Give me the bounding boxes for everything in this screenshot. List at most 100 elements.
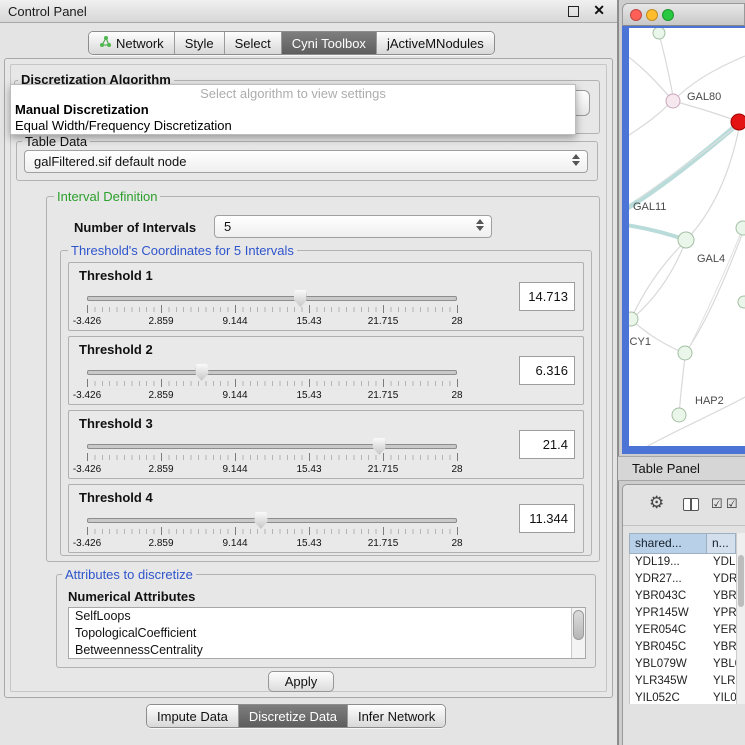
gear-icon[interactable]: ⚙ xyxy=(649,493,664,513)
slider-major-tick-icon xyxy=(161,453,162,461)
column-header-name[interactable]: n... xyxy=(707,533,736,554)
network-icon xyxy=(99,35,112,51)
tab-discretize-data[interactable]: Discretize Data xyxy=(239,705,348,727)
slider-tick-label: 2.859 xyxy=(148,316,173,327)
attributes-listbox[interactable]: SelfLoopsTopologicalCoefficientBetweenne… xyxy=(68,607,586,659)
algorithm-dropdown-popup: Select algorithm to view settings Manual… xyxy=(10,84,576,135)
apply-button[interactable]: Apply xyxy=(268,671,334,692)
network-edge xyxy=(633,240,686,318)
slider-major-tick-icon xyxy=(235,305,236,313)
scrollbar-thumb[interactable] xyxy=(738,555,744,607)
dropdown-option[interactable]: Equal Width/Frequency Discretization xyxy=(11,118,575,134)
threshold-value-field[interactable]: 6.316 xyxy=(519,356,575,385)
tab-label: jActiveMNodules xyxy=(387,36,484,51)
table-panel-titlebar: Table Panel xyxy=(618,456,745,481)
table-row[interactable]: YDR27...YDR2 xyxy=(630,571,736,588)
slider-tick-label: 2.859 xyxy=(148,538,173,549)
slider-major-tick-icon xyxy=(457,305,458,313)
select-all-checkbox-icon[interactable]: ☑ xyxy=(711,496,723,512)
select-column-checkbox-icon[interactable]: ☑ xyxy=(726,496,738,512)
slider-thumb-icon[interactable] xyxy=(195,364,208,381)
table-row[interactable]: YDL19...YDL1 xyxy=(630,554,736,571)
table-row[interactable]: YBL079WYBL0 xyxy=(630,656,736,673)
tab-label: Select xyxy=(235,36,271,51)
dropdown-placeholder: Select algorithm to view settings xyxy=(11,86,575,102)
threshold-slider[interactable]: -3.4262.8599.14415.4321.71528 xyxy=(87,437,457,477)
tab-infer-network[interactable]: Infer Network xyxy=(348,705,445,727)
tab-style[interactable]: Style xyxy=(175,32,225,54)
close-window-icon[interactable]: ✕ xyxy=(593,2,605,19)
tab-select[interactable]: Select xyxy=(225,32,282,54)
list-item[interactable]: TopologicalCoefficient xyxy=(69,625,585,642)
slider-track xyxy=(87,518,457,523)
slider-major-tick-icon xyxy=(87,527,88,535)
slider-major-tick-icon xyxy=(309,527,310,535)
slider-tick-label: 28 xyxy=(451,316,462,327)
network-node[interactable] xyxy=(629,312,638,326)
threshold-slider[interactable]: -3.4262.8599.14415.4321.71528 xyxy=(87,511,457,551)
table-row[interactable]: YBR043CYBR0 xyxy=(630,588,736,605)
columns-icon[interactable] xyxy=(683,498,699,511)
table-data-combo[interactable]: galFiltered.sif default node xyxy=(24,150,588,173)
scrollbar-thumb[interactable] xyxy=(573,610,584,640)
slider-tick-label: -3.426 xyxy=(73,390,101,401)
slider-thumb-icon[interactable] xyxy=(254,512,267,529)
network-node[interactable] xyxy=(731,114,745,130)
list-item[interactable]: SelfLoops xyxy=(69,608,585,625)
network-node[interactable] xyxy=(666,94,680,108)
threshold-label: Threshold 3 xyxy=(79,416,153,431)
threshold-value-field[interactable]: 14.713 xyxy=(519,282,575,311)
slider-tick-label: 2.859 xyxy=(148,464,173,475)
network-node-label: GCY1 xyxy=(629,336,651,348)
table-row[interactable]: YIL052CYIL0 xyxy=(630,690,736,704)
table-toolbar: ⚙ ☑ ☑ xyxy=(623,485,745,526)
dropdown-option[interactable]: Manual Discretization xyxy=(11,102,575,118)
window-title: Control Panel xyxy=(8,4,87,19)
slider-major-tick-icon xyxy=(235,379,236,387)
table-row[interactable]: YLR345WYLR3 xyxy=(630,673,736,690)
network-node[interactable] xyxy=(738,296,745,308)
slider-major-tick-icon xyxy=(161,305,162,313)
table-scrollbar[interactable] xyxy=(736,533,745,704)
tab-network[interactable]: Network xyxy=(89,32,175,54)
table-row[interactable]: YBR045CYBR0 xyxy=(630,639,736,656)
close-traffic-light-icon[interactable] xyxy=(630,9,642,21)
network-edge xyxy=(679,357,685,415)
minimize-traffic-light-icon[interactable] xyxy=(646,9,658,21)
tab-jactivemnodules[interactable]: jActiveMNodules xyxy=(377,32,494,54)
network-node[interactable] xyxy=(653,28,665,39)
network-edge xyxy=(631,240,686,319)
tab-label: Impute Data xyxy=(157,709,228,724)
slider-tick-label: 28 xyxy=(451,390,462,401)
threshold-slider[interactable]: -3.4262.8599.14415.4321.71528 xyxy=(87,289,457,329)
tab-cyni-toolbox[interactable]: Cyni Toolbox xyxy=(282,32,377,54)
slider-minor-ticks-icon xyxy=(87,455,457,460)
table-row[interactable]: YPR145WYPR1 xyxy=(630,605,736,622)
slider-minor-ticks-icon xyxy=(87,529,457,534)
table-cell-name: YPR1 xyxy=(708,605,736,622)
column-header-shared-name[interactable]: shared... xyxy=(629,533,707,554)
threshold-value-field[interactable]: 11.344 xyxy=(519,504,575,533)
number-of-intervals-combo[interactable]: 5 xyxy=(214,215,492,238)
thresholds-group-title: Threshold's Coordinates for 5 Intervals xyxy=(68,243,297,258)
interval-definition-group-title: Interval Definition xyxy=(54,189,160,204)
zoom-traffic-light-icon[interactable] xyxy=(662,9,674,21)
table-cell-name: YER0 xyxy=(708,622,736,639)
network-canvas[interactable]: GAL80GAL11GAL4GCY1HAP2 xyxy=(629,28,745,446)
network-node[interactable] xyxy=(678,346,692,360)
slider-major-tick-icon xyxy=(309,305,310,313)
network-node[interactable] xyxy=(678,232,694,248)
network-node[interactable] xyxy=(736,221,745,235)
threshold-value-field[interactable]: 21.4 xyxy=(519,430,575,459)
tab-impute-data[interactable]: Impute Data xyxy=(147,705,239,727)
network-edge xyxy=(629,396,745,446)
float-window-icon[interactable] xyxy=(568,6,579,17)
slider-thumb-icon[interactable] xyxy=(294,290,307,307)
slider-major-tick-icon xyxy=(309,453,310,461)
list-item[interactable]: BetweennessCentrality xyxy=(69,642,585,659)
table-row[interactable]: YER054CYER0 xyxy=(630,622,736,639)
stepper-icon xyxy=(476,219,485,231)
threshold-slider[interactable]: -3.4262.8599.14415.4321.71528 xyxy=(87,363,457,403)
attributes-list-scrollbar[interactable] xyxy=(571,608,585,658)
network-node[interactable] xyxy=(672,408,686,422)
